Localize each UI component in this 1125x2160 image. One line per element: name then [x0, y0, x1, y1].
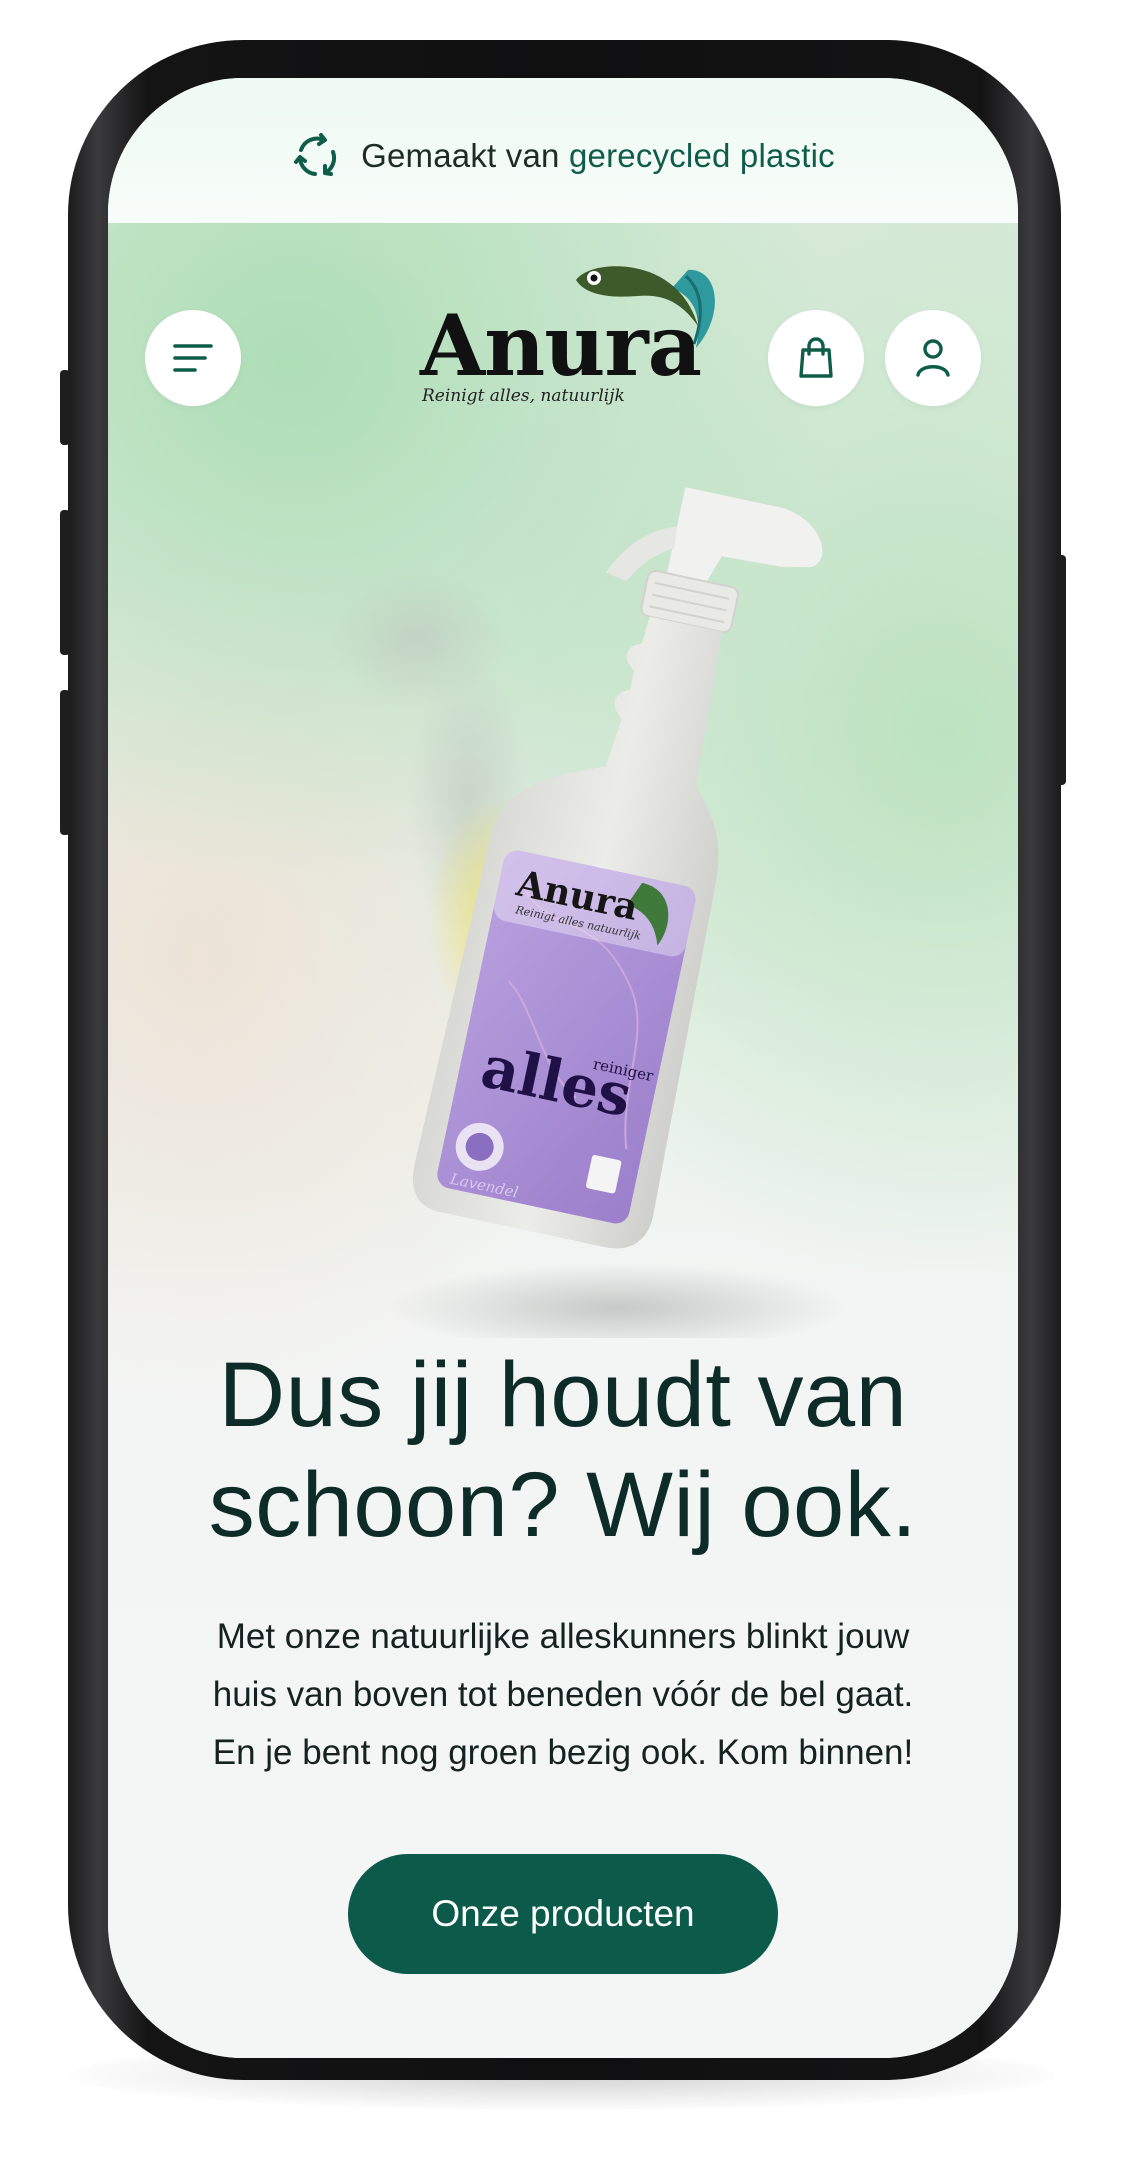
power-button — [1056, 555, 1066, 785]
shopping-bag-icon — [796, 336, 836, 380]
hero-headline-line2: schoon? Wij ook. — [208, 1454, 918, 1556]
hero-description-line2: huis van boven tot beneden vóór de bel g… — [212, 1675, 914, 1714]
banner-text-prefix: Gemaakt van — [361, 136, 560, 174]
hero-description-line3: En je bent nog groen bezig ook. Kom binn… — [212, 1733, 914, 1772]
recycle-icon — [291, 130, 343, 182]
hero-headline: Dus jij houdt van schoon? Wij ook. — [108, 1340, 1018, 1560]
brand-tagline: Reinigt alles, natuurlijk — [422, 386, 625, 406]
banner-text-highlight: gerecycled plastic — [568, 136, 835, 174]
account-button[interactable] — [885, 310, 981, 406]
announcement-banner: Gemaakt van gerecycled plastic — [108, 78, 1018, 223]
volume-up-button — [60, 510, 70, 655]
brand-logo[interactable]: Anura Reinigt alles, natuurlijk — [420, 266, 715, 408]
banner-text: Gemaakt van gerecycled plastic — [361, 137, 835, 175]
phone-screen: Gemaakt van gerecycled plastic Anura Rei… — [108, 78, 1018, 2058]
brand-name: Anura — [420, 296, 702, 395]
menu-icon — [171, 340, 215, 376]
hero-description: Met onze natuurlijke alleskunners blinkt… — [148, 1608, 978, 1782]
mute-switch — [60, 370, 70, 445]
volume-down-button — [60, 690, 70, 835]
product-image-spray-bottle: Anura Reinigt alles natuurlijk reiniger … — [298, 478, 898, 1353]
cart-button[interactable] — [768, 310, 864, 406]
user-icon — [913, 336, 953, 380]
menu-button[interactable] — [145, 310, 241, 406]
products-button[interactable]: Onze producten — [348, 1854, 778, 1974]
hero-headline-line1: Dus jij houdt van — [218, 1344, 908, 1446]
hero-description-line1: Met onze natuurlijke alleskunners blinkt… — [216, 1617, 910, 1656]
